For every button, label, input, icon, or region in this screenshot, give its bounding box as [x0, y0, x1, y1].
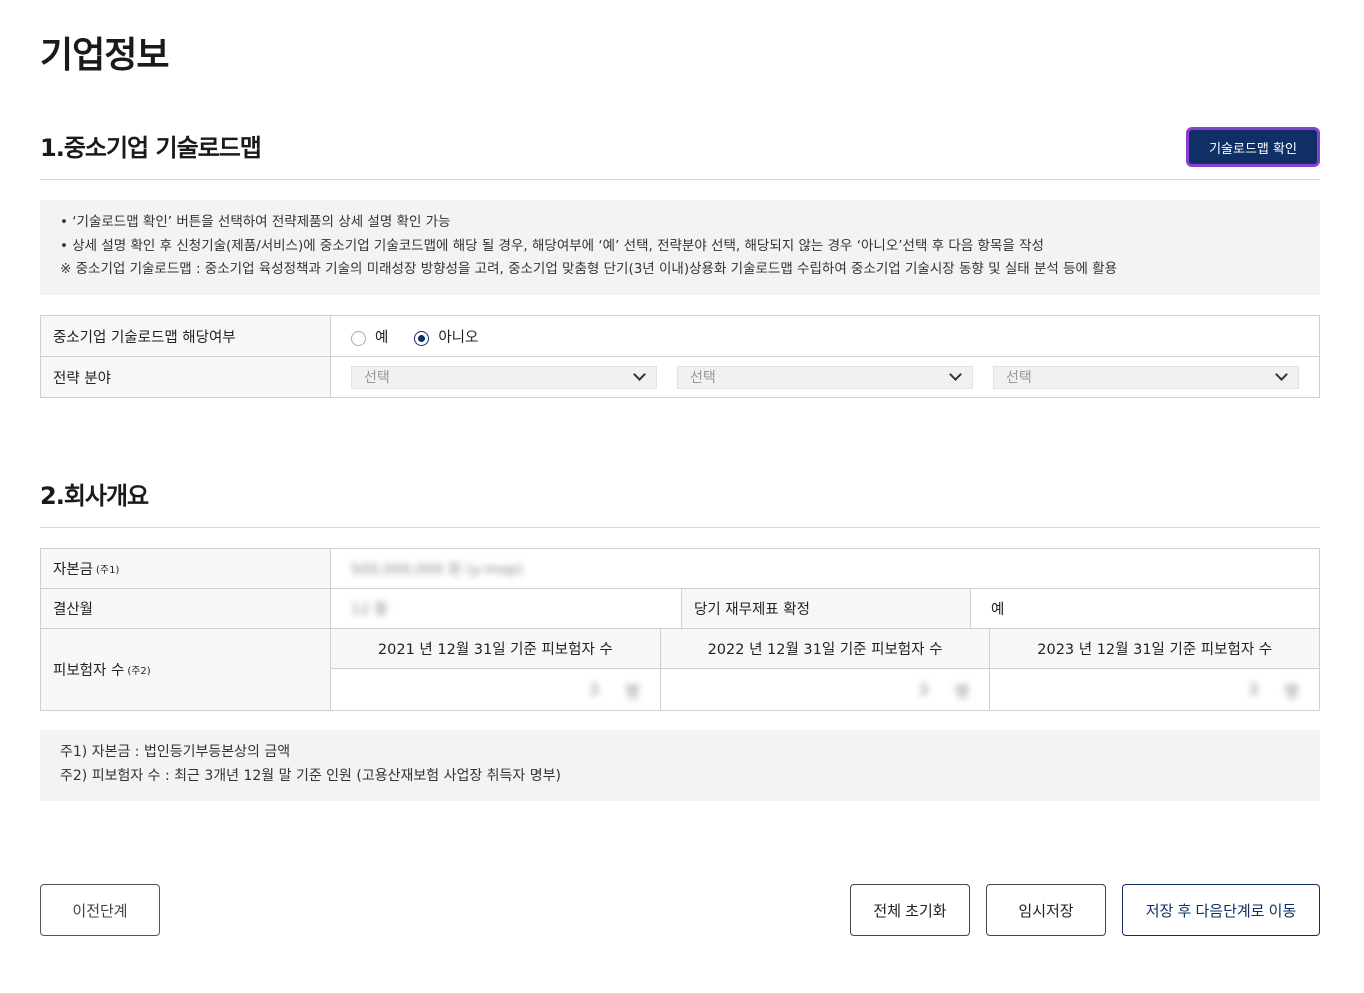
financial-confirm-value: 예	[991, 602, 1005, 618]
insured-value: 3	[918, 680, 929, 699]
settlement-row: 결산월 12 월 당기 재무제표 확정 예	[41, 589, 1319, 629]
radio-no[interactable]: 아니오	[414, 326, 478, 347]
insured-unit: 명	[624, 681, 640, 701]
roadmap-applicable-label: 중소기업 기술로드맵 해당여부	[41, 316, 331, 356]
roadmap-applicable-row: 중소기업 기술로드맵 해당여부 예 아니오	[41, 316, 1319, 357]
strategy-select-1[interactable]: 선택	[351, 365, 657, 389]
strategy-select-3[interactable]: 선택	[993, 365, 1299, 389]
strategy-field-row: 전략 분야 선택 선택 선택	[41, 357, 1319, 398]
temp-save-button[interactable]: 임시저장	[986, 884, 1106, 936]
insured-col-header: 2021 년 12월 31일 기준 피보험자 수	[331, 629, 660, 669]
radio-yes[interactable]: 예	[351, 326, 388, 347]
insured-label: 피보험자 수 (주2)	[41, 629, 331, 710]
settlement-month-value: 12 월	[351, 602, 388, 618]
radio-yes-label: 예	[375, 329, 389, 346]
financial-confirm-label: 당기 재무제표 확정	[681, 589, 971, 628]
notice-line: • ‘기술로드맵 확인’ 버튼을 선택하여 전략제품의 상세 설명 확인 가능	[60, 214, 451, 230]
radio-no-label: 아니오	[438, 329, 479, 346]
section-company-title: 2.회사개요	[40, 482, 149, 510]
insured-label-text: 피보험자 수	[53, 663, 125, 679]
roadmap-form-table: 중소기업 기술로드맵 해당여부 예 아니오 전략 분야 선택 선택 선택	[40, 315, 1320, 398]
roadmap-applicable-radio-group: 예 아니오	[351, 326, 478, 347]
prev-step-button[interactable]: 이전단계	[40, 884, 160, 936]
footnote-line: 주1) 자본금 : 법인등기부등본상의 금액	[60, 744, 291, 760]
capital-label-text: 자본금	[53, 562, 94, 578]
footnote-line: 주2) 피보험자 수 : 최근 3개년 12월 말 기준 인원 (고용산재보험 …	[60, 767, 561, 784]
insured-unit: 명	[954, 681, 970, 701]
notice-line: ※ 중소기업 기술로드맵 : 중소기업 육성정책과 기술의 미래성장 방향성을 …	[60, 261, 1118, 277]
insured-value: 3	[588, 680, 599, 699]
strategy-select-3-value: 선택	[1006, 370, 1032, 386]
strategy-field-cell: 선택 선택 선택	[331, 357, 1319, 397]
insured-unit: 명	[1284, 681, 1300, 701]
insured-input-2021[interactable]: 3 명	[331, 669, 660, 710]
page-title: 기업정보	[40, 35, 169, 76]
financial-confirm-cell: 예	[971, 589, 1319, 628]
company-overview-table: 자본금 (주1) 500,000,000 원 (y-mop) 결산월 12 월 당…	[40, 548, 1320, 711]
insured-input-2023[interactable]: 3 명	[990, 669, 1319, 710]
insured-col-2021: 2021 년 12월 31일 기준 피보험자 수 3 명	[331, 629, 661, 710]
strategy-select-2-value: 선택	[690, 370, 716, 386]
strategy-select-2[interactable]: 선택	[677, 365, 973, 389]
strategy-field-label: 전략 분야	[41, 357, 331, 397]
insured-col-header: 2022 년 12월 31일 기준 피보험자 수	[660, 629, 990, 669]
roadmap-check-button[interactable]: 기술로드맵 확인	[1186, 127, 1320, 167]
insured-input-2022[interactable]: 3 명	[661, 669, 990, 710]
section-roadmap-header: 1.중소기업 기술로드맵 기술로드맵 확인	[40, 127, 1320, 180]
chevron-down-icon	[1275, 368, 1288, 381]
roadmap-notice-box: • ‘기술로드맵 확인’ 버튼을 선택하여 전략제품의 상세 설명 확인 가능 …	[40, 200, 1320, 295]
roadmap-applicable-cell: 예 아니오	[331, 316, 1319, 356]
radio-yes-indicator[interactable]	[351, 330, 366, 346]
settlement-month-label: 결산월	[41, 589, 331, 628]
insured-col-2023: 2023 년 12월 31일 기준 피보험자 수 3 명	[990, 629, 1320, 710]
strategy-select-1-value: 선택	[364, 370, 390, 386]
capital-value: 500,000,000 원 (y-mop)	[351, 562, 523, 578]
insured-footnote-mark: (주2)	[127, 666, 151, 677]
company-footnote-box: 주1) 자본금 : 법인등기부등본상의 금액 주2) 피보험자 수 : 최근 3…	[40, 730, 1320, 801]
insured-value: 3	[1248, 680, 1259, 699]
insured-col-2022: 2022 년 12월 31일 기준 피보험자 수 3 명	[660, 629, 991, 710]
chevron-down-icon	[633, 368, 646, 381]
section-roadmap-title: 1.중소기업 기술로드맵	[40, 134, 262, 162]
insured-col-header: 2023 년 12월 31일 기준 피보험자 수	[990, 629, 1320, 669]
insured-columns: 2021 년 12월 31일 기준 피보험자 수 3 명 2022 년 12월 …	[331, 629, 1320, 710]
radio-no-indicator[interactable]	[414, 330, 430, 346]
insured-row: 피보험자 수 (주2) 2021 년 12월 31일 기준 피보험자 수 3 명 …	[41, 629, 1320, 711]
notice-line: • 상세 설명 확인 후 신청기술(제품/서비스)에 중소기업 기술코드맵에 해…	[60, 237, 1044, 254]
section-company-header: 2.회사개요	[40, 476, 1320, 528]
reset-all-button[interactable]: 전체 초기화	[850, 884, 970, 936]
save-next-button[interactable]: 저장 후 다음단계로 이동	[1122, 884, 1320, 936]
capital-footnote-mark: (주1)	[96, 565, 120, 576]
capital-row: 자본금 (주1) 500,000,000 원 (y-mop)	[41, 549, 1319, 589]
capital-label: 자본금 (주1)	[41, 549, 331, 588]
capital-value-cell: 500,000,000 원 (y-mop)	[331, 549, 1319, 588]
chevron-down-icon	[949, 368, 962, 381]
settlement-month-cell: 12 월	[331, 589, 681, 628]
